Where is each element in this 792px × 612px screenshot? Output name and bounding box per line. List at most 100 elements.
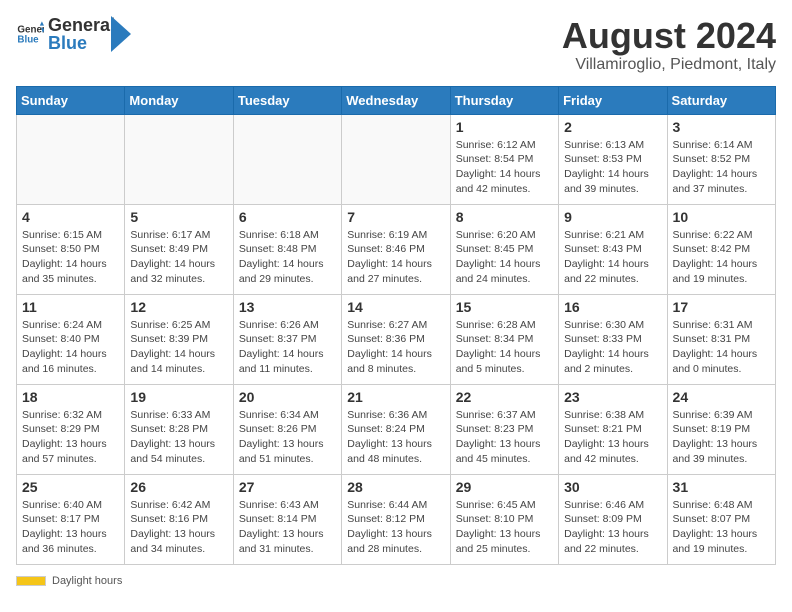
day-number: 21 <box>347 389 444 405</box>
logo-general-text: General <box>48 16 115 34</box>
logo-icon: General Blue <box>16 20 44 48</box>
calendar-cell: 25 Sunrise: 6:40 AM Sunset: 8:17 PM Dayli… <box>17 474 125 564</box>
day-info: Sunrise: 6:22 AM Sunset: 8:42 PM Dayligh… <box>673 228 770 287</box>
day-info: Sunrise: 6:26 AM Sunset: 8:37 PM Dayligh… <box>239 318 336 377</box>
month-title: August 2024 <box>562 16 776 56</box>
calendar-cell <box>125 114 233 204</box>
day-info: Sunrise: 6:38 AM Sunset: 8:21 PM Dayligh… <box>564 408 661 467</box>
calendar-cell: 12 Sunrise: 6:25 AM Sunset: 8:39 PM Dayli… <box>125 294 233 384</box>
day-number: 12 <box>130 299 227 315</box>
calendar-cell: 18 Sunrise: 6:32 AM Sunset: 8:29 PM Dayli… <box>17 384 125 474</box>
day-number: 9 <box>564 209 661 225</box>
day-info: Sunrise: 6:44 AM Sunset: 8:12 PM Dayligh… <box>347 498 444 557</box>
day-info: Sunrise: 6:30 AM Sunset: 8:33 PM Dayligh… <box>564 318 661 377</box>
week-row-1: 1Sunrise: 6:12 AM Sunset: 8:54 PM Daylig… <box>17 114 776 204</box>
weekday-header-sunday: Sunday <box>17 86 125 114</box>
day-number: 15 <box>456 299 553 315</box>
day-info: Sunrise: 6:42 AM Sunset: 8:16 PM Dayligh… <box>130 498 227 557</box>
daylight-label: Daylight hours <box>52 575 122 587</box>
weekday-header-monday: Monday <box>125 86 233 114</box>
calendar-cell: 2Sunrise: 6:13 AM Sunset: 8:53 PM Daylig… <box>559 114 667 204</box>
daylight-bar-icon <box>16 576 46 586</box>
day-number: 25 <box>22 479 119 495</box>
day-info: Sunrise: 6:28 AM Sunset: 8:34 PM Dayligh… <box>456 318 553 377</box>
calendar-cell: 21 Sunrise: 6:36 AM Sunset: 8:24 PM Dayli… <box>342 384 450 474</box>
day-info: Sunrise: 6:24 AM Sunset: 8:40 PM Dayligh… <box>22 318 119 377</box>
day-info: Sunrise: 6:13 AM Sunset: 8:53 PM Dayligh… <box>564 138 661 197</box>
calendar-cell: 15 Sunrise: 6:28 AM Sunset: 8:34 PM Dayli… <box>450 294 558 384</box>
calendar-cell: 30Sunrise: 6:46 AM Sunset: 8:09 PM Dayli… <box>559 474 667 564</box>
calendar-cell <box>342 114 450 204</box>
week-row-5: 25 Sunrise: 6:40 AM Sunset: 8:17 PM Dayli… <box>17 474 776 564</box>
day-info: Sunrise: 6:34 AM Sunset: 8:26 PM Dayligh… <box>239 408 336 467</box>
week-row-2: 4 Sunrise: 6:15 AM Sunset: 8:50 PM Daylig… <box>17 204 776 294</box>
calendar-cell: 13 Sunrise: 6:26 AM Sunset: 8:37 PM Dayli… <box>233 294 341 384</box>
day-number: 10 <box>673 209 770 225</box>
calendar-cell: 9 Sunrise: 6:21 AM Sunset: 8:43 PM Daylig… <box>559 204 667 294</box>
day-info: Sunrise: 6:15 AM Sunset: 8:50 PM Dayligh… <box>22 228 119 287</box>
day-info: Sunrise: 6:21 AM Sunset: 8:43 PM Dayligh… <box>564 228 661 287</box>
calendar-cell: 3Sunrise: 6:14 AM Sunset: 8:52 PM Daylig… <box>667 114 775 204</box>
day-number: 1 <box>456 119 553 135</box>
day-number: 26 <box>130 479 227 495</box>
day-number: 13 <box>239 299 336 315</box>
day-number: 24 <box>673 389 770 405</box>
day-info: Sunrise: 6:27 AM Sunset: 8:36 PM Dayligh… <box>347 318 444 377</box>
day-number: 8 <box>456 209 553 225</box>
calendar-table: SundayMondayTuesdayWednesdayThursdayFrid… <box>16 86 776 565</box>
calendar-cell: 26 Sunrise: 6:42 AM Sunset: 8:16 PM Dayli… <box>125 474 233 564</box>
calendar-cell: 5Sunrise: 6:17 AM Sunset: 8:49 PM Daylig… <box>125 204 233 294</box>
day-number: 14 <box>347 299 444 315</box>
day-number: 4 <box>22 209 119 225</box>
footer: Daylight hours <box>16 575 776 587</box>
calendar-cell: 23 Sunrise: 6:38 AM Sunset: 8:21 PM Dayli… <box>559 384 667 474</box>
week-row-4: 18 Sunrise: 6:32 AM Sunset: 8:29 PM Dayli… <box>17 384 776 474</box>
day-info: Sunrise: 6:20 AM Sunset: 8:45 PM Dayligh… <box>456 228 553 287</box>
day-info: Sunrise: 6:18 AM Sunset: 8:48 PM Dayligh… <box>239 228 336 287</box>
calendar-cell: 4 Sunrise: 6:15 AM Sunset: 8:50 PM Daylig… <box>17 204 125 294</box>
day-number: 16 <box>564 299 661 315</box>
calendar-cell: 17 Sunrise: 6:31 AM Sunset: 8:31 PM Dayli… <box>667 294 775 384</box>
day-info: Sunrise: 6:40 AM Sunset: 8:17 PM Dayligh… <box>22 498 119 557</box>
day-number: 19 <box>130 389 227 405</box>
day-info: Sunrise: 6:36 AM Sunset: 8:24 PM Dayligh… <box>347 408 444 467</box>
weekday-header-row: SundayMondayTuesdayWednesdayThursdayFrid… <box>17 86 776 114</box>
logo: General Blue General Blue <box>16 16 131 52</box>
calendar-cell: 24Sunrise: 6:39 AM Sunset: 8:19 PM Dayli… <box>667 384 775 474</box>
weekday-header-tuesday: Tuesday <box>233 86 341 114</box>
day-number: 29 <box>456 479 553 495</box>
header: General Blue General Blue August 2024 Vi… <box>16 16 776 74</box>
day-info: Sunrise: 6:31 AM Sunset: 8:31 PM Dayligh… <box>673 318 770 377</box>
calendar-cell: 14 Sunrise: 6:27 AM Sunset: 8:36 PM Dayli… <box>342 294 450 384</box>
week-row-3: 11Sunrise: 6:24 AM Sunset: 8:40 PM Dayli… <box>17 294 776 384</box>
calendar-cell: 1Sunrise: 6:12 AM Sunset: 8:54 PM Daylig… <box>450 114 558 204</box>
weekday-header-friday: Friday <box>559 86 667 114</box>
day-info: Sunrise: 6:32 AM Sunset: 8:29 PM Dayligh… <box>22 408 119 467</box>
weekday-header-thursday: Thursday <box>450 86 558 114</box>
day-info: Sunrise: 6:43 AM Sunset: 8:14 PM Dayligh… <box>239 498 336 557</box>
day-number: 30 <box>564 479 661 495</box>
title-area: August 2024 Villamiroglio, Piedmont, Ita… <box>562 16 776 74</box>
day-info: Sunrise: 6:45 AM Sunset: 8:10 PM Dayligh… <box>456 498 553 557</box>
location-title: Villamiroglio, Piedmont, Italy <box>562 56 776 74</box>
day-number: 28 <box>347 479 444 495</box>
calendar-cell <box>233 114 341 204</box>
calendar-cell: 16 Sunrise: 6:30 AM Sunset: 8:33 PM Dayli… <box>559 294 667 384</box>
day-number: 22 <box>456 389 553 405</box>
calendar-cell: 27 Sunrise: 6:43 AM Sunset: 8:14 PM Dayli… <box>233 474 341 564</box>
calendar-cell: 22 Sunrise: 6:37 AM Sunset: 8:23 PM Dayli… <box>450 384 558 474</box>
day-number: 18 <box>22 389 119 405</box>
day-info: Sunrise: 6:25 AM Sunset: 8:39 PM Dayligh… <box>130 318 227 377</box>
day-number: 17 <box>673 299 770 315</box>
weekday-header-saturday: Saturday <box>667 86 775 114</box>
day-number: 23 <box>564 389 661 405</box>
svg-text:Blue: Blue <box>17 34 39 45</box>
day-number: 6 <box>239 209 336 225</box>
day-number: 27 <box>239 479 336 495</box>
day-info: Sunrise: 6:37 AM Sunset: 8:23 PM Dayligh… <box>456 408 553 467</box>
logo-arrow-icon <box>111 16 131 52</box>
day-info: Sunrise: 6:19 AM Sunset: 8:46 PM Dayligh… <box>347 228 444 287</box>
day-info: Sunrise: 6:33 AM Sunset: 8:28 PM Dayligh… <box>130 408 227 467</box>
calendar-cell: 31Sunrise: 6:48 AM Sunset: 8:07 PM Dayli… <box>667 474 775 564</box>
day-number: 7 <box>347 209 444 225</box>
